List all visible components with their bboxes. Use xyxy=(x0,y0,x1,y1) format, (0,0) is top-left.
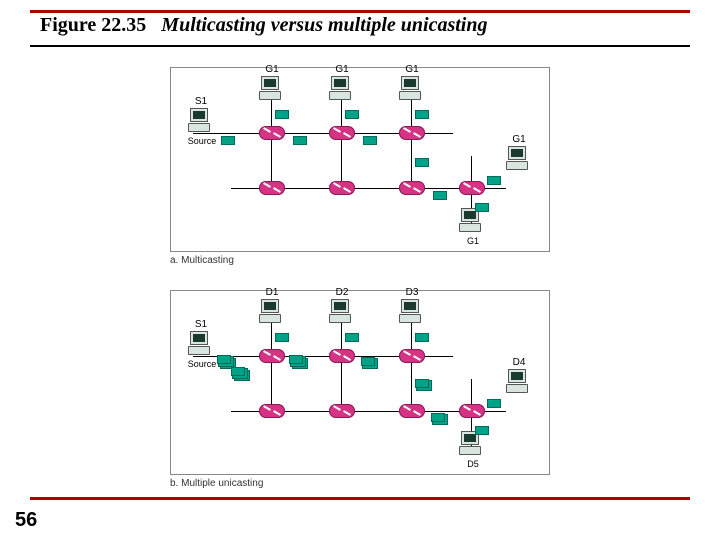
pc-label: G1 xyxy=(504,134,534,145)
router-icon xyxy=(259,181,285,195)
router-icon xyxy=(399,126,425,140)
router-icon xyxy=(329,404,355,418)
pc-label: G1 xyxy=(257,64,287,75)
source-pc: S1 Source xyxy=(186,331,216,359)
panel-b-caption: b. Multiple unicasting xyxy=(170,478,263,489)
bottom-rule xyxy=(30,497,690,500)
packet-icon xyxy=(475,203,489,212)
page-number: 56 xyxy=(15,509,37,532)
diagram-area: S1 Source G1 G1 G1 xyxy=(0,55,720,490)
packet-icon xyxy=(415,110,429,119)
link xyxy=(341,98,342,193)
panel-multicasting: S1 Source G1 G1 G1 xyxy=(170,67,550,252)
dest-pc: G1 xyxy=(327,76,357,104)
link xyxy=(411,321,412,416)
pc-label: S1 xyxy=(186,96,216,107)
packet-icon xyxy=(221,136,235,145)
packet-icon xyxy=(487,399,501,408)
packet-stack-icon xyxy=(217,355,231,364)
router-icon xyxy=(259,349,285,363)
packet-icon xyxy=(415,333,429,342)
dest-pc: D1 xyxy=(257,299,287,327)
pc-label: D1 xyxy=(257,287,287,298)
packet-icon xyxy=(475,426,489,435)
source-pc: S1 Source xyxy=(186,108,216,136)
pc-label: G1 xyxy=(327,64,357,75)
network-diagram-b: S1 Source D1 D2 D3 D4 xyxy=(171,291,549,474)
link xyxy=(271,98,272,193)
panel-a-caption: a. Multicasting xyxy=(170,255,234,266)
router-icon xyxy=(259,404,285,418)
packet-icon xyxy=(487,176,501,185)
pc-label: D4 xyxy=(504,357,534,368)
packet-icon xyxy=(363,136,377,145)
dest-pc: D5 xyxy=(457,431,487,459)
pc-label: G1 xyxy=(397,64,427,75)
link xyxy=(411,98,412,193)
link xyxy=(341,321,342,416)
packet-stack-icon xyxy=(231,367,245,376)
router-icon xyxy=(459,181,485,195)
pc-label: D5 xyxy=(453,459,493,469)
router-icon xyxy=(259,126,285,140)
packet-icon xyxy=(293,136,307,145)
router-icon xyxy=(399,181,425,195)
pc-label: G1 xyxy=(453,236,493,246)
packet-icon xyxy=(275,333,289,342)
packet-icon xyxy=(275,110,289,119)
packet-icon xyxy=(433,191,447,200)
packet-icon xyxy=(345,110,359,119)
dest-pc: G1 xyxy=(397,76,427,104)
packet-stack-icon xyxy=(289,355,303,364)
packet-icon xyxy=(415,158,429,167)
packet-stack-icon xyxy=(361,357,375,366)
packet-stack-icon xyxy=(415,379,429,388)
figure-caption: Multicasting versus multiple unicasting xyxy=(161,14,487,36)
dest-pc: G1 xyxy=(457,208,487,236)
pc-sublabel: Source xyxy=(182,136,222,146)
pc-label: D2 xyxy=(327,287,357,298)
router-icon xyxy=(399,349,425,363)
pc-label: S1 xyxy=(186,319,216,330)
packet-stack-icon xyxy=(431,413,445,422)
packet-icon xyxy=(345,333,359,342)
dest-pc: G1 xyxy=(504,146,534,174)
network-diagram-a: S1 Source G1 G1 G1 xyxy=(171,68,549,251)
router-icon xyxy=(329,349,355,363)
router-icon xyxy=(459,404,485,418)
pc-sublabel: Source xyxy=(182,359,222,369)
pc-label: D3 xyxy=(397,287,427,298)
router-icon xyxy=(329,126,355,140)
top-rule xyxy=(30,10,690,13)
dest-pc: D2 xyxy=(327,299,357,327)
slide: Figure 22.35 Multicasting versus multipl… xyxy=(0,0,720,540)
link xyxy=(271,321,272,416)
dest-pc: D4 xyxy=(504,369,534,397)
figure-number: Figure 22.35 xyxy=(40,14,146,36)
router-icon xyxy=(399,404,425,418)
figure-title: Figure 22.35 Multicasting versus multipl… xyxy=(40,14,487,37)
dest-pc: D3 xyxy=(397,299,427,327)
router-icon xyxy=(329,181,355,195)
panel-multiple-unicasting: S1 Source D1 D2 D3 D4 xyxy=(170,290,550,475)
mid-rule xyxy=(30,45,690,47)
dest-pc: G1 xyxy=(257,76,287,104)
